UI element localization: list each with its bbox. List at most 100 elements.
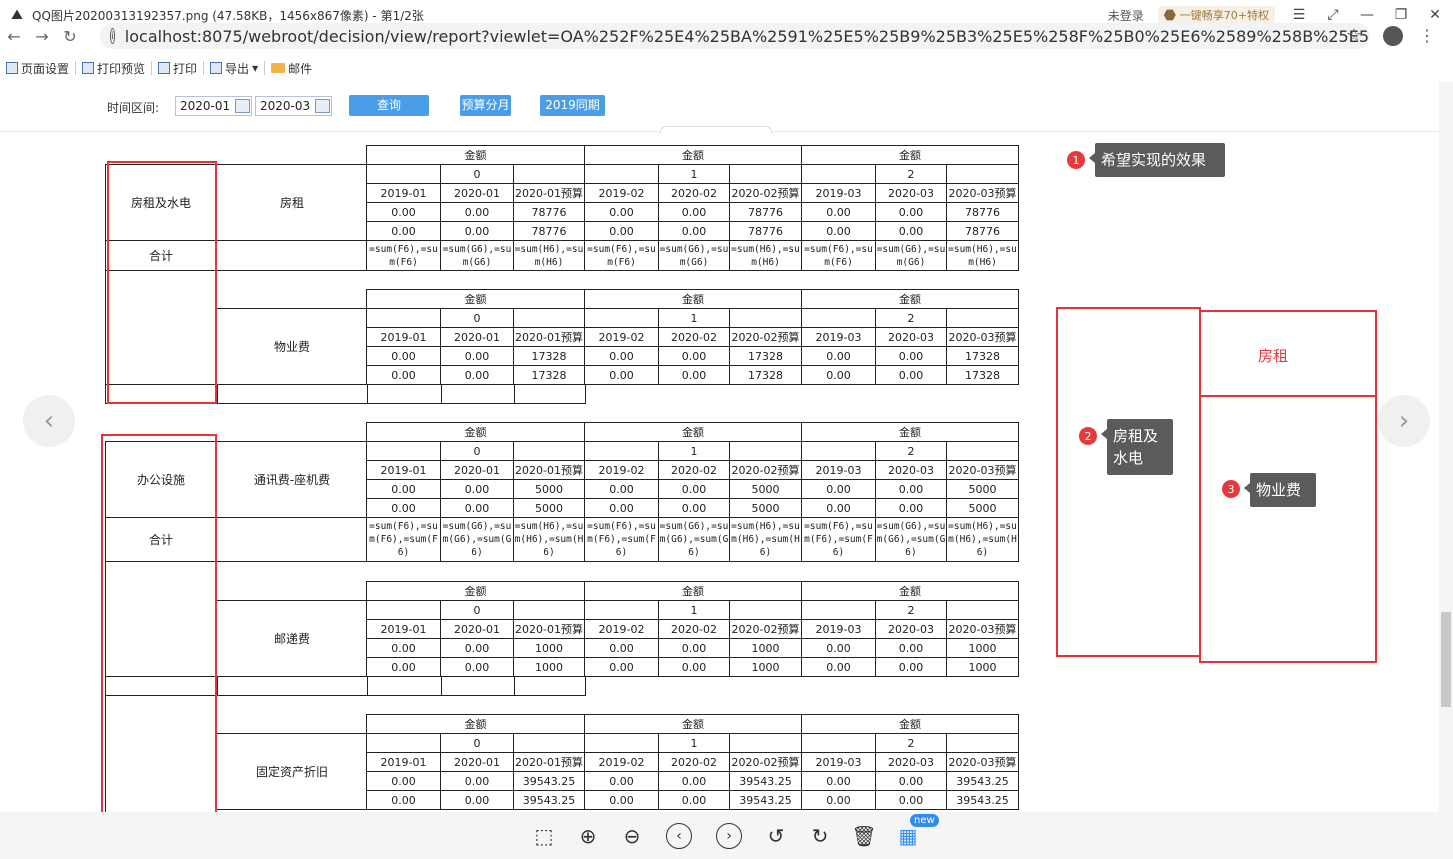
formula-cell: =sum(F6),=sum(F6) (366, 240, 441, 271)
month-header: 2020-01 (440, 183, 514, 203)
value-cell: 0.00 (584, 221, 659, 241)
annotation-number-1: 1 (1067, 151, 1085, 169)
month-header: 2020-01预算 (513, 183, 585, 203)
blank-cell (729, 600, 802, 620)
mail-icon (271, 63, 286, 73)
value-cell: 0.00 (584, 202, 659, 222)
blank-cell (513, 308, 585, 328)
next-image-icon[interactable]: › (1378, 395, 1430, 447)
close-icon[interactable]: ✕ (1425, 7, 1445, 23)
index-cell: 2 (875, 600, 947, 620)
month-header: 2019-02 (584, 183, 659, 203)
blank-cell (729, 308, 802, 328)
amount-header: 金额 (584, 289, 802, 309)
report-toolbar: 页面设置 打印预览 打印 导出 ▾ 邮件 (0, 56, 1453, 80)
end-date-input[interactable]: 2020-03 (255, 96, 332, 116)
index-cell: 2 (875, 308, 947, 328)
value-cell: 78776 (729, 221, 802, 241)
delete-icon[interactable]: 🗑 (851, 823, 877, 849)
value-cell: 5000 (729, 479, 802, 499)
scrollbar-thumb[interactable] (1441, 612, 1451, 707)
item-name-cell: 房租 (216, 164, 367, 241)
annotation-tip-1: 希望实现的效果 (1089, 143, 1225, 177)
budget-split-button[interactable]: 预算分月 (460, 95, 511, 116)
vip-icon (1163, 9, 1176, 21)
month-header: 2020-01预算 (513, 752, 585, 772)
value-cell: 17328 (946, 346, 1019, 366)
export-button[interactable]: 导出 ▾ (204, 61, 266, 76)
formula-cell: =sum(H6),=sum(H6) (946, 240, 1019, 271)
value-cell: 0.00 (658, 365, 730, 385)
amount-header: 金额 (801, 289, 1019, 309)
index-cell: 2 (875, 164, 947, 184)
fullscreen-icon[interactable]: ⤢ (1323, 7, 1343, 23)
restore-icon[interactable]: ❐ (1391, 7, 1411, 23)
time-range-label: 时间区间: (107, 101, 160, 115)
query-button[interactable]: 查询 (349, 95, 429, 116)
value-cell: 0.00 (366, 771, 441, 791)
new-badge: new (910, 814, 939, 827)
value-cell: 0.00 (440, 365, 514, 385)
value-cell: 0.00 (584, 638, 659, 658)
formula-cell: =sum(H6),=sum(H6) (513, 240, 585, 271)
fit-screen-icon[interactable]: ⬚ (531, 823, 557, 849)
month-header: 2020-01预算 (513, 327, 585, 347)
value-cell: 0.00 (584, 498, 659, 518)
blank-cell (946, 164, 1019, 184)
amount-header: 金额 (801, 581, 1019, 601)
url-field[interactable]: i localhost:8075/webroot/decision/view/r… (100, 23, 1370, 49)
next-icon[interactable]: › (716, 823, 742, 849)
same-period-button[interactable]: 2019同期 (540, 95, 605, 116)
value-cell: 0.00 (584, 790, 659, 810)
export-label: 导出 (225, 61, 250, 76)
reload-icon[interactable]: ↻ (56, 27, 84, 46)
login-status[interactable]: 未登录 (1108, 7, 1144, 24)
calendar-icon[interactable] (235, 99, 250, 113)
print-preview-button[interactable]: 打印预览 (76, 61, 153, 76)
forward-icon[interactable]: → (28, 27, 56, 46)
value-cell: 0.00 (658, 202, 730, 222)
parameter-bar: 时间区间: 2020-01 2020-03 查询 预算分月 2019同期 (0, 90, 1453, 124)
calendar-icon[interactable] (315, 99, 330, 113)
blank-cell (584, 441, 659, 461)
info-icon[interactable]: i (110, 28, 115, 44)
rotate-left-icon[interactable]: ↺ (763, 823, 789, 849)
back-icon[interactable]: ← (0, 27, 28, 46)
amount-header: 金额 (366, 422, 585, 442)
value-cell: 39543.25 (513, 771, 585, 791)
value-cell: 0.00 (801, 365, 876, 385)
month-header: 2019-02 (584, 619, 659, 639)
value-cell: 17328 (729, 365, 802, 385)
zoom-out-icon[interactable]: ⊖ (619, 823, 645, 849)
rotate-right-icon[interactable]: ↻ (807, 823, 833, 849)
month-header: 2020-02 (658, 619, 730, 639)
value-cell: 0.00 (658, 771, 730, 791)
index-cell: 2 (875, 441, 947, 461)
zoom-in-icon[interactable]: ⊕ (575, 823, 601, 849)
printer-icon (158, 62, 171, 74)
index-cell: 1 (658, 733, 730, 753)
value-cell: 0.00 (875, 221, 947, 241)
bookmark-star-icon[interactable]: ☆ (1346, 25, 1362, 46)
more-icon[interactable]: ⋮ (1419, 26, 1435, 45)
value-cell: 0.00 (366, 638, 441, 658)
vertical-scrollbar[interactable] (1439, 82, 1453, 812)
profile-avatar[interactable] (1383, 26, 1403, 46)
previous-image-icon[interactable]: ‹ (23, 395, 75, 447)
value-cell: 0.00 (584, 365, 659, 385)
print-button[interactable]: 打印 (152, 61, 205, 76)
start-date-input[interactable]: 2020-01 (175, 96, 252, 116)
previous-icon[interactable]: ‹ (666, 823, 692, 849)
mail-button[interactable]: 邮件 (265, 61, 318, 76)
page-setup-button[interactable]: 页面设置 (0, 61, 77, 76)
menu-icon[interactable]: ☰ (1289, 7, 1309, 23)
minimize-icon[interactable]: — (1357, 7, 1377, 23)
browser-address-bar: ← → ↻ i localhost:8075/webroot/decision/… (0, 22, 1453, 50)
month-header: 2020-03 (875, 327, 947, 347)
month-header: 2019-03 (801, 327, 876, 347)
blank-cell (441, 676, 515, 696)
index-cell: 1 (658, 308, 730, 328)
formula-cell: =sum(G6),=sum(G6),=sum(G6) (875, 517, 947, 562)
value-cell: 39543.25 (946, 790, 1019, 810)
blank-cell (729, 164, 802, 184)
